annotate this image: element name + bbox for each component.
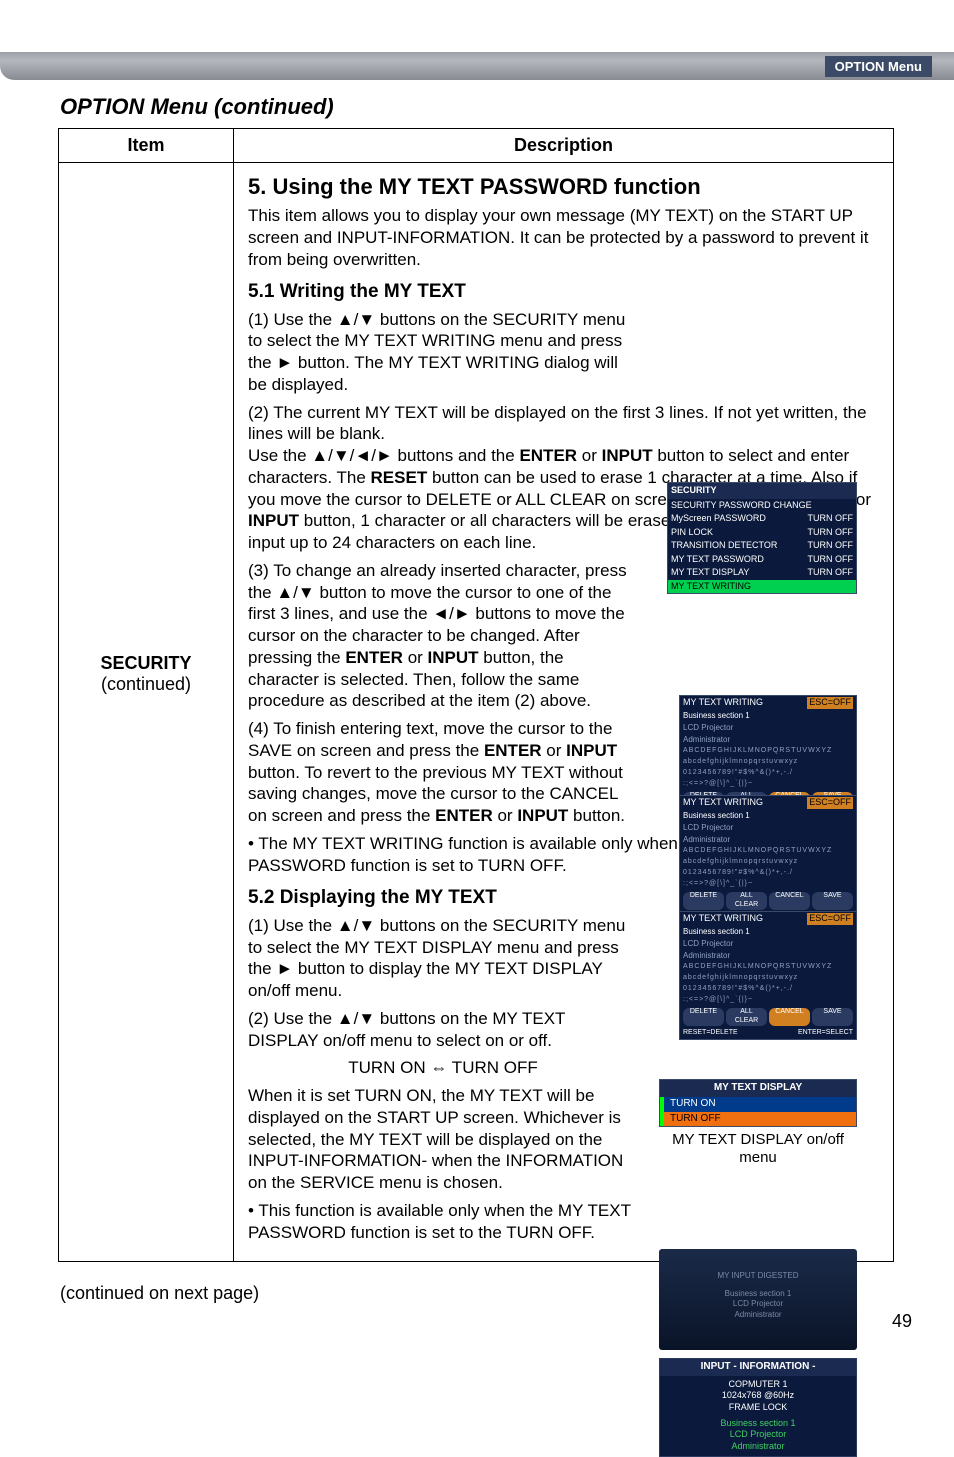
heading-51: 5.1 Writing the MY TEXT (248, 280, 879, 304)
startup-screen-preview: MY INPUT DIGESTED Business section 1 LCD… (659, 1249, 857, 1350)
para-51-1: (1) Use the ▲/▼ buttons on the SECURITY … (248, 309, 638, 396)
para-52-3: When it is set TURN ON, the MY TEXT will… (248, 1085, 638, 1194)
continued-footer: (continued on next page) (60, 1283, 259, 1304)
item-sub: (continued) (59, 674, 233, 695)
desc-cell: 5. Using the MY TEXT PASSWORD function T… (234, 163, 894, 1262)
col-header-item: Item (59, 129, 234, 163)
page-title: OPTION Menu (continued) (60, 94, 334, 120)
page-number: 49 (892, 1311, 912, 1332)
para-51-3: (3) To change an already inserted charac… (248, 560, 638, 712)
note-52: • This function is available only when t… (248, 1200, 638, 1244)
item-cell: SECURITY (continued) (59, 163, 234, 1262)
intro-para: This item allows you to display your own… (248, 205, 879, 270)
option-table: Item Description SECURITY (continued) 5.… (58, 128, 894, 1262)
para-52-1: (1) Use the ▲/▼ buttons on the SECURITY … (248, 915, 638, 1002)
mytext-writing-dialog-2: MY TEXT WRITINGESC=OFF Business section … (679, 795, 857, 924)
header-badge: OPTION Menu (825, 56, 932, 77)
heading-5: 5. Using the MY TEXT PASSWORD function (248, 173, 879, 201)
toggle-line: TURN ON ⇔ TURN OFF (248, 1057, 638, 1079)
para-51-4: (4) To finish entering text, move the cu… (248, 718, 638, 827)
mytext-writing-dialog-3: MY TEXT WRITINGESC=OFF Business section … (679, 911, 857, 1040)
mytext-display-menu: MY TEXT DISPLAY TURN ON TURN OFF MY TEXT… (659, 1079, 857, 1167)
security-menu-dialog: SECURITY SECURITY PASSWORD CHANGE MyScre… (667, 482, 857, 594)
item-name: SECURITY (59, 653, 233, 674)
col-header-desc: Description (234, 129, 894, 163)
info-screens: MY INPUT DIGESTED Business section 1 LCD… (659, 1249, 857, 1457)
input-information-dialog: INPUT - INFORMATION - COPMUTER 1 1024x76… (659, 1358, 857, 1457)
header-bar: OPTION Menu (0, 52, 954, 80)
para-52-2: (2) Use the ▲/▼ buttons on the MY TEXT D… (248, 1008, 638, 1052)
